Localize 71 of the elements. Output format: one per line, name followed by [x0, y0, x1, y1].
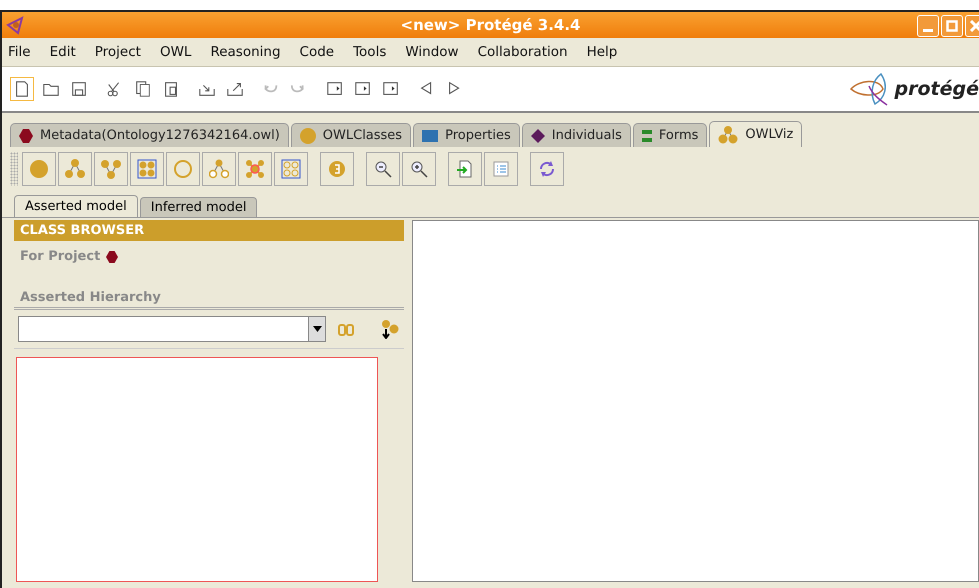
tree-nodes-icon — [65, 159, 85, 179]
tree-nodes-icon — [718, 126, 738, 144]
protege-logo-icon — [6, 15, 26, 35]
project-label: For Project — [20, 249, 100, 264]
zoom-out-button[interactable] — [366, 152, 400, 186]
diagram-tool-button[interactable] — [238, 152, 272, 186]
tab-label: Individuals — [552, 128, 622, 143]
ring-icon — [173, 159, 193, 179]
hexagon-icon — [106, 250, 118, 262]
menu-item[interactable]: Code — [300, 44, 334, 60]
bars-icon — [642, 130, 652, 142]
menu-item[interactable]: Collaboration — [478, 44, 568, 60]
tab[interactable]: Properties — [413, 123, 520, 147]
tab-label: Properties — [445, 128, 511, 143]
diagram-tool-button[interactable] — [274, 152, 308, 186]
bracket-icon — [354, 80, 372, 98]
new-file-icon[interactable] — [10, 77, 34, 101]
clipboard-icon — [162, 80, 180, 98]
grid-nodes-icon — [137, 159, 157, 179]
menu-item[interactable]: File — [8, 44, 31, 60]
tab-label: OWLViz — [745, 127, 794, 142]
coin-icon — [327, 159, 347, 179]
grid-rings-icon — [281, 159, 301, 179]
bracket-icon — [382, 80, 400, 98]
model-tab[interactable]: Inferred model — [140, 197, 258, 217]
menu-item[interactable]: OWL — [160, 44, 192, 60]
circle-icon — [300, 128, 316, 144]
zoom-out-icon — [373, 159, 393, 179]
tab-label: OWLClasses — [322, 128, 402, 143]
model-tab[interactable]: Asserted model — [14, 195, 138, 217]
tab-label: Metadata(Ontology1276342164.owl) — [40, 128, 280, 143]
documents-icon — [134, 80, 152, 98]
window-title: <new> Protégé 3.4.4 — [400, 16, 580, 34]
tab[interactable]: Individuals — [522, 123, 631, 147]
menu-item[interactable]: Edit — [50, 44, 76, 60]
zoom-in-button[interactable] — [402, 152, 436, 186]
list-button[interactable] — [484, 152, 518, 186]
minimize-icon — [923, 28, 933, 32]
panel-header: CLASS BROWSER — [14, 220, 404, 241]
tree-nodes-icon — [101, 159, 121, 179]
diamond-icon — [530, 128, 545, 142]
tab-label: Forms — [658, 128, 698, 143]
export-button[interactable] — [448, 152, 482, 186]
close-icon — [970, 20, 979, 32]
maximize-icon — [946, 20, 958, 32]
cross-nodes-icon — [245, 159, 265, 179]
menu-item[interactable]: Project — [94, 44, 141, 60]
menu-item[interactable]: Help — [586, 44, 618, 60]
rectangle-icon — [422, 130, 438, 142]
menu-item[interactable]: Window — [405, 44, 459, 60]
menu-item[interactable]: Tools — [353, 44, 386, 60]
search-combo-box[interactable] — [18, 316, 326, 342]
toolbar-grip[interactable] — [10, 152, 18, 186]
hexagon-icon — [19, 128, 33, 142]
tree-rings-icon — [209, 159, 229, 179]
tab[interactable]: Metadata(Ontology1276342164.owl) — [10, 123, 289, 147]
bracket-icon — [326, 80, 344, 98]
zoom-in-icon — [409, 159, 429, 179]
menu-item[interactable]: Reasoning — [210, 44, 281, 60]
page-icon — [13, 80, 31, 98]
circle-icon — [29, 159, 49, 179]
logo-text: protégé — [894, 78, 979, 100]
diagram-tool-button[interactable] — [130, 152, 164, 186]
refresh-button[interactable] — [530, 152, 564, 186]
hierarchy-label: Asserted Hierarchy — [20, 290, 161, 305]
tab[interactable]: Forms — [632, 123, 708, 147]
tab[interactable]: OWLClasses — [290, 123, 412, 147]
refresh-icon — [537, 159, 557, 179]
tab[interactable]: OWLViz — [709, 121, 802, 147]
tray-arrow-icon — [226, 80, 244, 98]
list-icon — [491, 159, 511, 179]
